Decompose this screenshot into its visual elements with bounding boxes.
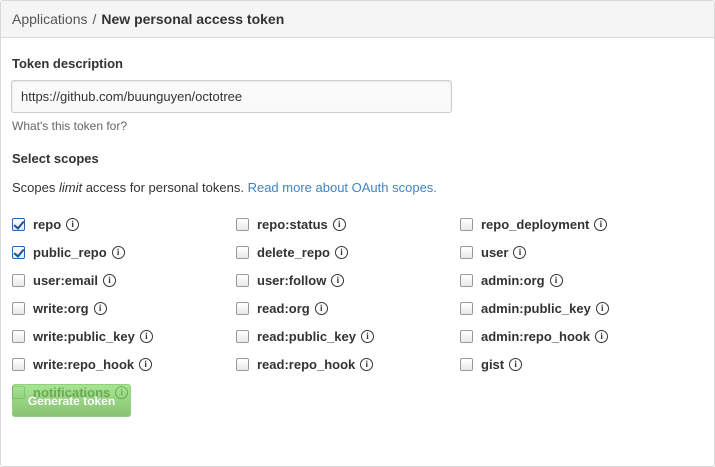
scope-checkbox[interactable] (460, 217, 473, 231)
scope-label: read:public_key (257, 328, 356, 344)
scope-label: repo:status (257, 216, 328, 232)
token-description-label: Token description (12, 56, 123, 71)
scope-checkbox[interactable] (236, 357, 249, 371)
scope-checkbox[interactable] (12, 273, 25, 287)
scope-user-follow[interactable]: user:follow i (236, 271, 345, 289)
scope-label: public_repo (33, 244, 107, 260)
scope-label: repo (33, 216, 62, 232)
info-icon[interactable]: i (509, 357, 523, 371)
breadcrumb-applications[interactable]: Applications (12, 11, 88, 27)
info-icon[interactable]: i (549, 273, 563, 287)
scope-user[interactable]: user i (460, 243, 527, 261)
scope-write-org[interactable]: write:org i (12, 299, 107, 317)
info-icon[interactable]: i (360, 357, 374, 371)
scope-label: admin:repo_hook (481, 328, 591, 344)
scopes-description: Scopes limit access for personal tokens.… (12, 180, 437, 195)
scope-label: admin:org (481, 272, 545, 288)
scope-label: user:follow (257, 272, 327, 288)
scope-label: write:org (33, 300, 89, 316)
scope-label: user:email (33, 272, 99, 288)
token-description-input[interactable] (11, 80, 452, 113)
scope-label: user (481, 244, 509, 260)
token-description-note: What's this token for? (12, 119, 128, 133)
scope-checkbox[interactable] (12, 301, 25, 315)
scope-checkbox[interactable] (236, 273, 249, 287)
scope-user-email[interactable]: user:email i (12, 271, 117, 289)
info-icon[interactable]: i (331, 273, 345, 287)
info-icon[interactable]: i (139, 357, 153, 371)
scope-repo-status[interactable]: repo:status i (236, 215, 346, 233)
page-header: Applications / New personal access token (1, 1, 714, 38)
info-icon[interactable]: i (513, 245, 527, 259)
scope-checkbox[interactable] (12, 329, 25, 343)
scope-checkbox[interactable] (236, 329, 249, 343)
info-icon[interactable]: i (314, 301, 328, 315)
scope-label: write:public_key (33, 328, 135, 344)
info-icon[interactable]: i (595, 301, 609, 315)
info-icon[interactable]: i (66, 217, 80, 231)
scope-checkbox[interactable] (460, 357, 473, 371)
scope-write-public-key[interactable]: write:public_key i (12, 327, 153, 345)
scopes-desc-prefix: Scopes (12, 180, 59, 195)
scope-label: read:repo_hook (257, 356, 356, 372)
oauth-scopes-link[interactable]: Read more about OAuth scopes. (248, 180, 437, 195)
scope-write-repo-hook[interactable]: write:repo_hook i (12, 355, 153, 373)
scope-repo[interactable]: repo i (12, 215, 80, 233)
scope-checkbox[interactable] (12, 245, 25, 259)
info-icon[interactable]: i (139, 329, 153, 343)
info-icon[interactable]: i (111, 245, 125, 259)
info-icon[interactable]: i (595, 329, 609, 343)
generate-token-button[interactable]: Generate token (12, 384, 131, 417)
scope-label: write:repo_hook (33, 356, 135, 372)
scope-repo-deployment[interactable]: repo_deployment i (460, 215, 608, 233)
scope-label: repo_deployment (481, 216, 590, 232)
info-icon[interactable]: i (93, 301, 107, 315)
scope-label: delete_repo (257, 244, 330, 260)
scope-checkbox[interactable] (236, 301, 249, 315)
scope-checkbox[interactable] (236, 245, 249, 259)
info-icon[interactable]: i (103, 273, 117, 287)
scope-checkbox[interactable] (236, 217, 249, 231)
info-icon[interactable]: i (334, 245, 348, 259)
scope-checkbox[interactable] (460, 329, 473, 343)
info-icon[interactable]: i (594, 217, 608, 231)
scope-checkbox[interactable] (12, 217, 25, 231)
scope-admin-org[interactable]: admin:org i (460, 271, 563, 289)
breadcrumb-separator: / (92, 11, 97, 27)
scope-read-org[interactable]: read:org i (236, 299, 328, 317)
scope-label: admin:public_key (481, 300, 591, 316)
scope-checkbox[interactable] (460, 301, 473, 315)
scope-gist[interactable]: gist i (460, 355, 523, 373)
info-icon[interactable]: i (361, 329, 374, 343)
scope-public-repo[interactable]: public_repo i (12, 243, 125, 261)
page-title: New personal access token (101, 11, 285, 27)
scope-admin-public-key[interactable]: admin:public_key i (460, 299, 609, 317)
scopes-desc-emphasis: limit (58, 180, 83, 195)
info-icon[interactable]: i (332, 217, 346, 231)
scope-read-public-key[interactable]: read:public_key i (236, 327, 374, 345)
scope-label: gist (481, 356, 505, 372)
token-panel: Applications / New personal access token… (0, 0, 715, 467)
scope-checkbox[interactable] (12, 357, 25, 371)
scopes-desc-suffix: access for personal tokens. (82, 180, 248, 195)
scope-label: read:org (257, 300, 310, 316)
scope-checkbox[interactable] (460, 245, 473, 259)
scope-admin-repo-hook[interactable]: admin:repo_hook i (460, 327, 609, 345)
scope-checkbox[interactable] (460, 273, 473, 287)
scope-read-repo-hook[interactable]: read:repo_hook i (236, 355, 374, 373)
scope-delete-repo[interactable]: delete_repo i (236, 243, 348, 261)
select-scopes-label: Select scopes (12, 151, 99, 166)
